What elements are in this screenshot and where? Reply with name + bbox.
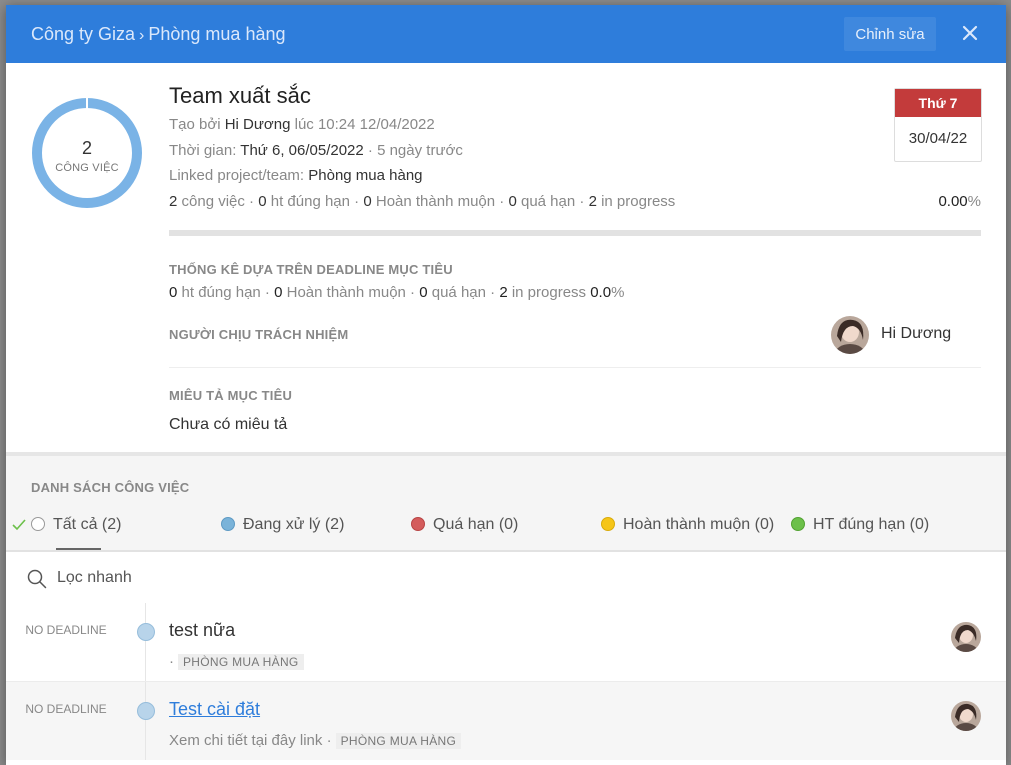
quick-filter-bar bbox=[6, 550, 1006, 605]
task-deadline: NO DEADLINE bbox=[25, 702, 107, 716]
timeline-line bbox=[145, 682, 146, 760]
task-status-dot[interactable] bbox=[137, 702, 155, 720]
time-info: Thời gian: Thứ 6, 06/05/2022 · 5 ngày tr… bbox=[169, 142, 463, 159]
filter-on-time-label: HT đúng hạn (0) bbox=[813, 516, 930, 533]
task-project-tag[interactable]: PHÒNG MUA HÀNG bbox=[178, 654, 304, 670]
filter-on-time[interactable]: HT đúng hạn (0) bbox=[791, 512, 929, 538]
timeline-line bbox=[145, 603, 146, 681]
task-note: Xem chi tiết tại đây link · bbox=[169, 732, 332, 749]
time-value: Thứ 6, 06/05/2022 bbox=[240, 142, 364, 159]
filter-in-progress-label: Đang xử lý (2) bbox=[243, 516, 345, 533]
stat-in-progress: 2 bbox=[588, 193, 597, 210]
goal-percent-sign: % bbox=[967, 193, 981, 210]
breadcrumb-company[interactable]: Công ty Giza bbox=[31, 24, 135, 44]
close-icon[interactable] bbox=[958, 21, 982, 45]
dstat-in-progress: 2 bbox=[499, 284, 508, 301]
deadline-calendar: Thứ 7 30/04/22 bbox=[894, 88, 982, 162]
linked-info: Linked project/team: Phòng mua hàng bbox=[169, 167, 423, 184]
owner-avatar[interactable] bbox=[831, 316, 869, 354]
stat-on-time: 0 bbox=[258, 193, 267, 210]
owner-heading: NGƯỜI CHỊU TRÁCH NHIỆM bbox=[169, 327, 349, 342]
task-count-label: CÔNG VIỆC bbox=[55, 162, 119, 174]
modal-header: Công ty Giza › Phòng mua hàng Chỉnh sửa bbox=[6, 5, 1006, 63]
filter-overdue[interactable]: Quá hạn (0) bbox=[411, 512, 518, 538]
task-deadline: NO DEADLINE bbox=[25, 623, 107, 637]
filter-late-done-dot bbox=[601, 517, 615, 531]
breadcrumb: Công ty Giza › Phòng mua hàng bbox=[31, 5, 285, 63]
edit-button[interactable]: Chỉnh sửa bbox=[844, 17, 936, 51]
stat-total: 2 bbox=[169, 193, 178, 210]
time-label: Thời gian: bbox=[169, 142, 237, 159]
deadline-stats: 0 ht đúng hạn · 0 Hoàn thành muộn · 0 qu… bbox=[169, 284, 625, 301]
filter-late-done-label: Hoàn thành muộn (0) bbox=[623, 516, 775, 533]
task-meta: · PHÒNG MUA HÀNG bbox=[169, 653, 304, 670]
stat-late-done-label: Hoàn thành muộn bbox=[375, 193, 496, 210]
filter-all-dot bbox=[31, 517, 45, 531]
assignee-avatar[interactable] bbox=[951, 701, 981, 731]
goal-title: Team xuất sắc bbox=[169, 83, 311, 108]
stat-total-label: công việc bbox=[181, 193, 245, 210]
breadcrumb-department[interactable]: Phòng mua hàng bbox=[148, 24, 285, 44]
filter-late-done[interactable]: Hoàn thành muộn (0) bbox=[601, 512, 774, 538]
task-row[interactable]: NO DEADLINE Test cài đặt Xem chi tiết tạ… bbox=[6, 681, 1006, 760]
dstat-on-time: 0 bbox=[169, 284, 178, 301]
task-count: 2 bbox=[81, 138, 92, 158]
dstat-late-done-label: Hoàn thành muộn bbox=[286, 284, 406, 301]
task-name-link[interactable]: Test cài đặt bbox=[169, 699, 260, 720]
creator-name[interactable]: Hi Dương bbox=[225, 116, 291, 133]
task-status-dot[interactable] bbox=[137, 623, 155, 641]
goal-percent: 0.00% bbox=[906, 193, 981, 210]
owner-name[interactable]: Hi Dương bbox=[881, 325, 951, 343]
dstat-overdue-label: quá hạn bbox=[431, 284, 486, 301]
dstat-percent-sign: % bbox=[611, 284, 625, 301]
filter-in-progress-dot bbox=[221, 517, 235, 531]
filter-overdue-dot bbox=[411, 517, 425, 531]
dstat-in-progress-label: in progress bbox=[511, 284, 587, 301]
dstat-overdue: 0 bbox=[419, 284, 428, 301]
check-icon bbox=[12, 519, 26, 531]
dstat-on-time-label: ht đúng hạn bbox=[181, 284, 261, 301]
filter-all-label: Tất cả (2) bbox=[53, 516, 122, 533]
stat-late-done: 0 bbox=[363, 193, 372, 210]
description-heading: MIÊU TẢ MỤC TIÊU bbox=[169, 388, 293, 403]
time-relative: · 5 ngày trước bbox=[367, 142, 463, 159]
filter-overdue-label: Quá hạn (0) bbox=[433, 516, 519, 533]
task-row[interactable]: NO DEADLINE test nữa · PHÒNG MUA HÀNG bbox=[6, 603, 1006, 681]
dstat-percent: 0.0 bbox=[590, 284, 612, 301]
search-icon bbox=[27, 569, 47, 589]
filter-all[interactable]: Tất cả (2) bbox=[31, 512, 121, 538]
goal-detail-modal: Công ty Giza › Phòng mua hàng Chỉnh sửa 2 … bbox=[6, 5, 1006, 765]
stat-in-progress-label: in progress bbox=[601, 193, 676, 210]
stat-on-time-label: ht đúng hạn bbox=[270, 193, 350, 210]
task-note: · bbox=[169, 653, 174, 670]
description-text: Chưa có miêu tả bbox=[169, 416, 288, 433]
goal-stats: 2 công việc · 0 ht đúng hạn · 0 Hoàn thà… bbox=[169, 193, 676, 210]
created-info: Tạo bởi Hi Dương lúc 10:24 12/04/2022 bbox=[169, 116, 435, 133]
task-project-tag[interactable]: PHÒNG MUA HÀNG bbox=[335, 733, 462, 749]
deadline-date: 30/04/22 bbox=[908, 130, 968, 147]
breadcrumb-separator: › bbox=[139, 27, 145, 44]
stat-overdue-label: quá hạn bbox=[520, 193, 576, 210]
divider bbox=[169, 367, 981, 368]
goal-progress-bar bbox=[169, 230, 981, 236]
task-meta: Xem chi tiết tại đây link · PHÒNG MUA HÀN… bbox=[169, 732, 462, 749]
task-name[interactable]: test nữa bbox=[169, 620, 235, 641]
filter-in-progress[interactable]: Đang xử lý (2) bbox=[221, 512, 344, 538]
filter-on-time-dot bbox=[791, 517, 805, 531]
task-list-section: DANH SÁCH CÔNG VIỆC Tất cả (2) Đang xử l… bbox=[6, 456, 1006, 550]
created-prefix: Tạo bởi bbox=[169, 116, 221, 133]
goal-percent-value: 0.00 bbox=[938, 193, 968, 210]
quick-filter-input[interactable] bbox=[55, 562, 959, 594]
dstat-late-done: 0 bbox=[274, 284, 283, 301]
deadline-stats-heading: THỐNG KÊ DỰA TRÊN DEADLINE MỤC TIÊU bbox=[169, 262, 453, 277]
linked-value[interactable]: Phòng mua hàng bbox=[308, 167, 422, 184]
stat-overdue: 0 bbox=[508, 193, 517, 210]
task-list-heading: DANH SÁCH CÔNG VIỆC bbox=[31, 480, 190, 495]
assignee-avatar[interactable] bbox=[951, 622, 981, 652]
linked-label: Linked project/team: bbox=[169, 167, 305, 184]
created-time: lúc 10:24 12/04/2022 bbox=[294, 116, 435, 133]
deadline-weekday: Thứ 7 bbox=[895, 89, 981, 117]
